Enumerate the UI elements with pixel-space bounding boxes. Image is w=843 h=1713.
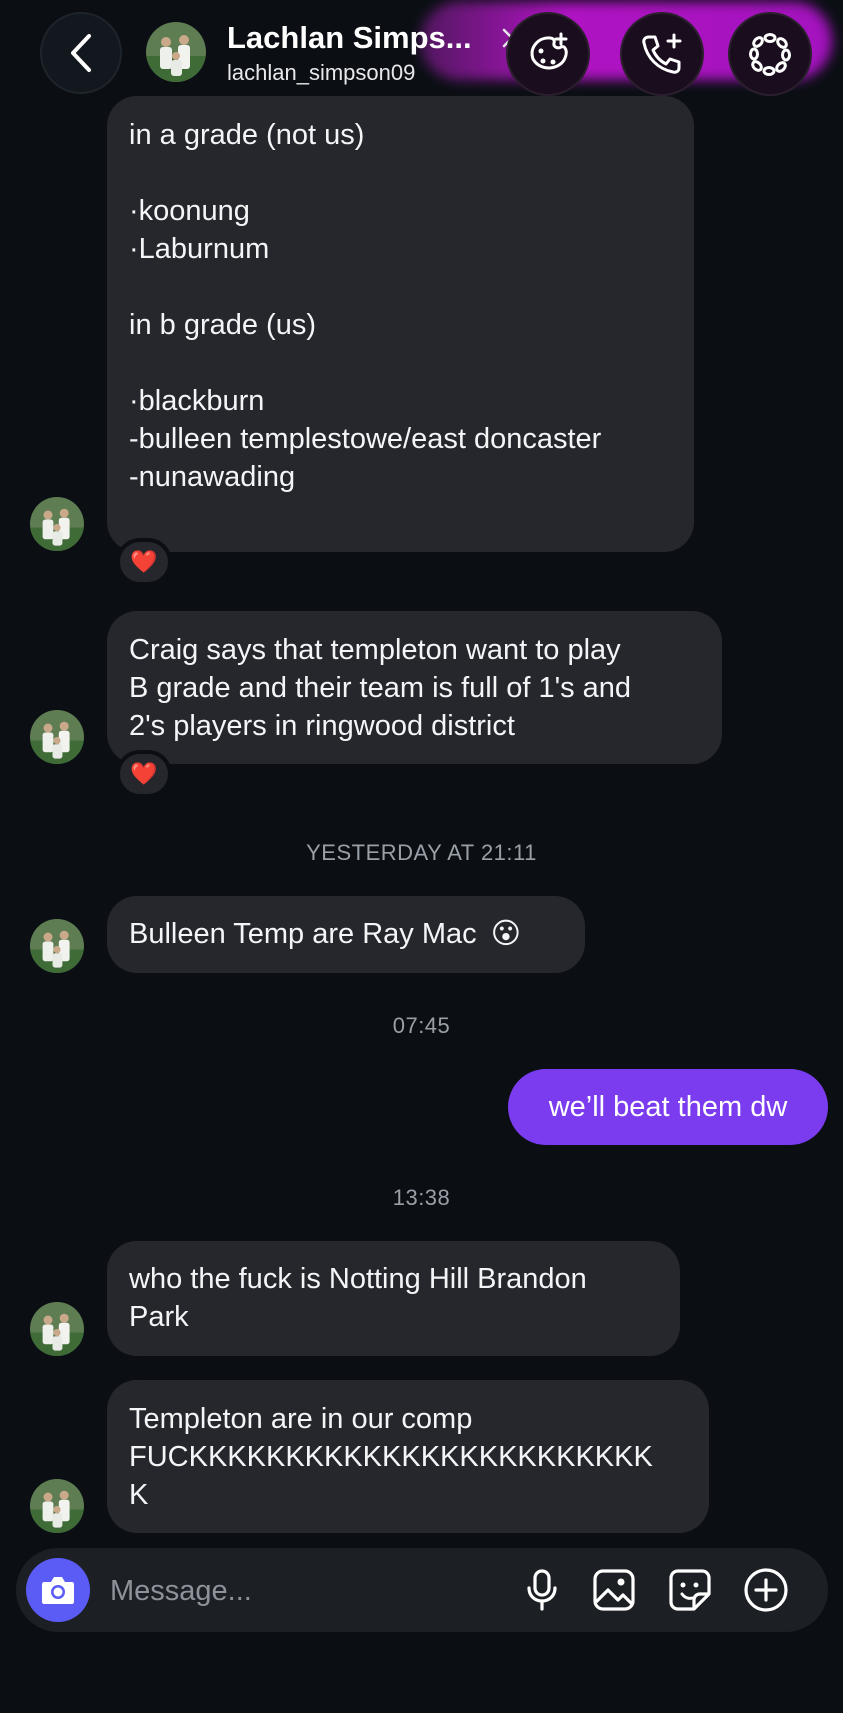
heart-reaction[interactable]: ❤️ xyxy=(116,750,172,798)
message-line: who the fuck is Notting Hill Brandon xyxy=(129,1263,587,1295)
message-input[interactable] xyxy=(108,1564,492,1618)
effects-icon xyxy=(530,32,568,70)
timestamp: 07:45 xyxy=(392,1013,451,1038)
microphone-icon xyxy=(527,1569,557,1611)
heart-icon: ❤️ xyxy=(130,761,158,786)
message-line: Craig says that templeton want to play xyxy=(129,634,621,666)
add-call-icon xyxy=(642,33,682,74)
add-call-button[interactable] xyxy=(620,12,704,96)
sent-message[interactable]: we’ll beat them dw xyxy=(508,1069,828,1145)
message-line xyxy=(129,268,672,306)
timestamp: 13:38 xyxy=(392,1185,451,1210)
voice-message-button[interactable] xyxy=(518,1566,566,1614)
message-line: ·koonung xyxy=(129,195,250,227)
sender-avatar[interactable] xyxy=(30,1302,84,1356)
received-message[interactable]: who the fuck is Notting Hill Brandon Par… xyxy=(107,1241,680,1356)
gallery-button[interactable] xyxy=(590,1566,638,1614)
surprised-emoji: 😮 xyxy=(490,918,521,950)
sticker-button[interactable] xyxy=(666,1566,714,1614)
contact-name[interactable]: Lachlan Simps... xyxy=(227,20,472,56)
camera-icon xyxy=(42,1577,74,1604)
message-line: in a grade (not us) xyxy=(129,119,365,151)
message-line: ·blackburn xyxy=(129,385,265,417)
received-message[interactable]: Bulleen Temp are Ray Mac 😮 xyxy=(107,896,585,973)
sender-avatar[interactable] xyxy=(30,919,84,973)
contact-username[interactable]: lachlan_simpson09 xyxy=(227,60,415,86)
message-line xyxy=(129,344,672,382)
message-line: in b grade (us) xyxy=(129,309,316,341)
received-message[interactable]: Craig says that templeton want to play B… xyxy=(107,611,722,764)
more-icon xyxy=(749,33,791,76)
message-line xyxy=(129,154,672,192)
message-line: -bulleen templestowe/east doncaster xyxy=(129,423,602,455)
message-line: Templeton are in our comp xyxy=(129,1403,473,1435)
received-message[interactable]: in a grade (not us) ·koonung ·Laburnum i… xyxy=(107,96,694,552)
effects-button[interactable] xyxy=(506,12,590,96)
sticker-icon xyxy=(669,1569,711,1611)
message-line: FUCKKKKKKKKKKKKKKKKKKKKKKKK xyxy=(129,1441,653,1473)
camera-button[interactable] xyxy=(26,1558,90,1622)
message-composer xyxy=(16,1548,828,1632)
received-message[interactable]: Templeton are in our comp FUCKKKKKKKKKKK… xyxy=(107,1380,709,1533)
timestamp: YESTERDAY AT 21:11 xyxy=(306,840,537,865)
more-options-button[interactable] xyxy=(742,1566,790,1614)
back-button[interactable] xyxy=(40,12,122,94)
heart-icon: ❤️ xyxy=(130,549,158,574)
message-line: K xyxy=(129,1479,149,1511)
sender-avatar[interactable] xyxy=(30,1479,84,1533)
sender-avatar[interactable] xyxy=(30,497,84,551)
chat-header: Lachlan Simps... lachlan_simpson09 xyxy=(0,0,843,96)
heart-reaction[interactable]: ❤️ xyxy=(116,538,172,586)
message-line: -nunawading xyxy=(129,461,296,493)
back-icon xyxy=(71,34,91,72)
message-line: B grade and their team is full of 1's an… xyxy=(129,672,632,704)
more-button[interactable] xyxy=(728,12,812,96)
message-line: Park xyxy=(129,1301,189,1333)
message-line: ·Laburnum xyxy=(129,233,270,265)
plus-icon xyxy=(744,1568,788,1612)
gallery-icon xyxy=(593,1569,635,1611)
contact-avatar[interactable] xyxy=(146,22,206,82)
message-line: 2's players in ringwood district xyxy=(129,710,515,742)
message-text: Bulleen Temp are Ray Mac xyxy=(129,918,477,950)
sender-avatar[interactable] xyxy=(30,710,84,764)
